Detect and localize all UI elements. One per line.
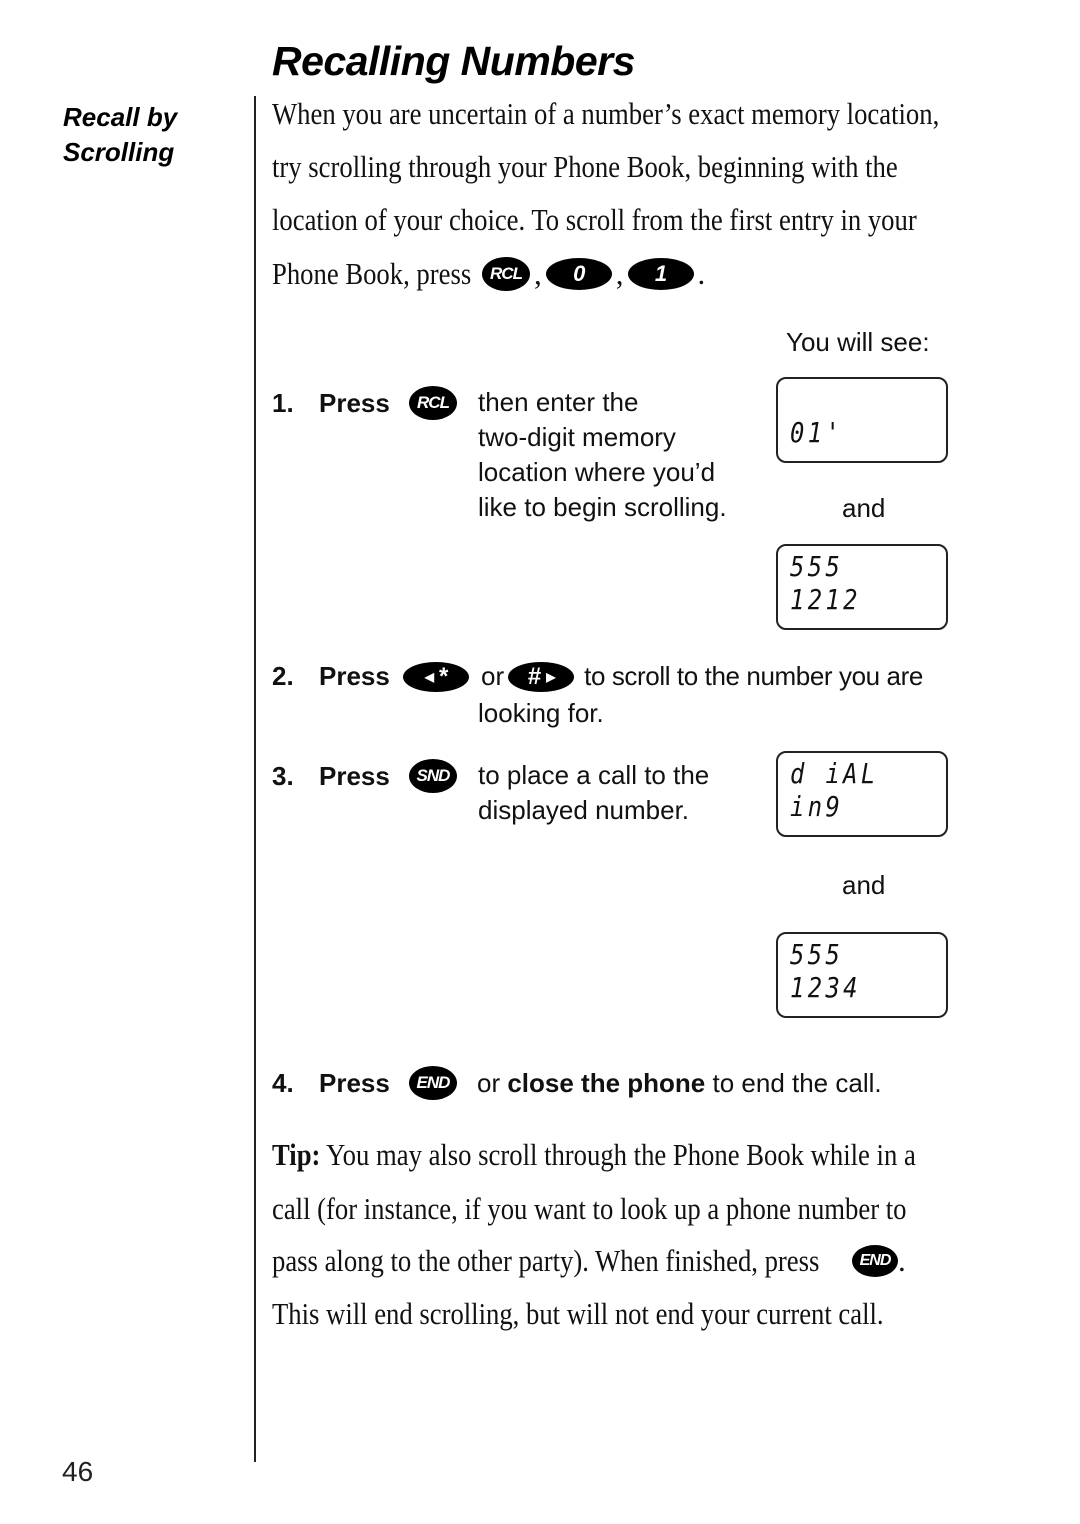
lcd-display: 01' [776, 377, 948, 463]
scroll-left-star-key-icon: ◀ * [403, 661, 469, 692]
end-key-icon: END [852, 1245, 898, 1277]
step-3-description: to place a call to the displayed number. [478, 758, 709, 828]
intro-line: location of your choice. To scroll from … [272, 202, 917, 237]
page-title: Recalling Numbers [272, 38, 635, 84]
step-desc-line: to place a call to the [478, 760, 710, 790]
pound-symbol: # [527, 662, 541, 690]
comma: , [615, 256, 624, 291]
lcd-text: 555 1234 [790, 938, 861, 1004]
tip-line: This will end scrolling, but will not en… [272, 1296, 884, 1331]
section-heading-line: Scrolling [63, 137, 175, 167]
step-desc-suffix: to end the call. [705, 1067, 882, 1098]
step-press-label: Press [319, 387, 390, 418]
tip-label: Tip: [272, 1137, 321, 1172]
snd-key-icon: SND [409, 759, 457, 793]
step-press-label: Press [319, 760, 390, 791]
step-1-description: then enter the two-digit memory location… [478, 385, 727, 525]
left-arrow-icon: ◀ [424, 669, 434, 684]
section-heading: Recall by Scrolling [63, 100, 177, 170]
lcd-text: d iAL in9 [790, 757, 879, 823]
lcd-display: 555 1212 [776, 544, 948, 630]
step-2: 2. Press ◀ * or # ▶ to scroll to the num… [272, 661, 923, 692]
comma: , [534, 256, 542, 291]
zero-key-icon: 0 [545, 258, 612, 290]
step-press-label: Press [319, 661, 390, 691]
step-number: 2. [272, 661, 294, 691]
step-desc-line: then enter the [478, 387, 639, 417]
tip-line: call (for instance, if you want to look … [272, 1191, 907, 1226]
intro-line: When you are uncertain of a number’s exa… [272, 96, 940, 131]
rcl-key-icon: RCL [482, 257, 530, 291]
lcd-display: d iAL in9 [776, 751, 948, 837]
step-3: 3. Press SND [272, 759, 457, 793]
step-number: 1. [272, 387, 294, 418]
intro-line: try scrolling through your Phone Book, b… [272, 149, 898, 184]
star-symbol: * [438, 662, 448, 690]
tip-text: pass along to the other party). When fin… [272, 1243, 820, 1278]
end-key-icon: END [409, 1066, 457, 1100]
intro-press-text: Phone Book, press [272, 256, 472, 291]
rcl-key-icon: RCL [409, 386, 457, 420]
step-number: 4. [272, 1067, 294, 1098]
step-number: 3. [272, 760, 294, 791]
step-desc-line: displayed number. [478, 795, 690, 825]
step-press-label: Press [319, 1067, 390, 1098]
step-desc-prefix: or [477, 1067, 508, 1098]
period: . [697, 256, 706, 291]
lcd-text: 01' [790, 416, 844, 449]
section-heading-line: Recall by [63, 102, 178, 132]
step-desc-line: looking for. [478, 698, 604, 728]
tip-text: You may also scroll through the Phone Bo… [320, 1137, 916, 1172]
scroll-right-pound-key-icon: # ▶ [508, 661, 575, 692]
vertical-divider [254, 96, 256, 1462]
page-number: 46 [62, 1456, 94, 1487]
tip-line: Tip: You may also scroll through the Pho… [272, 1137, 916, 1173]
step-desc-line: to scroll to the number you are [584, 661, 923, 691]
step-desc-line: like to begin scrolling. [478, 492, 727, 522]
step-4-description: or close the phone to end the call. [477, 1068, 882, 1099]
step-desc-line: two-digit memory [478, 422, 676, 452]
tip-line: pass along to the other party). When fin… [272, 1243, 906, 1279]
right-arrow-icon: ▶ [546, 669, 555, 684]
you-will-see-label: You will see: [786, 327, 930, 357]
and-label: and [842, 493, 886, 523]
lcd-display: 555 1234 [776, 932, 948, 1018]
period: . [898, 1243, 906, 1278]
and-label: and [842, 870, 886, 900]
lcd-text: 555 1212 [790, 550, 861, 616]
step-4: 4. Press END or close the phone to end t… [272, 1066, 882, 1100]
intro-last-line: Phone Book, press RCL , 0 , 1 . [272, 256, 705, 292]
step-1: 1. Press RCL [272, 386, 457, 420]
step-desc-line: location where you’d [478, 457, 716, 487]
or-label: or [481, 661, 505, 691]
one-key-icon: 1 [627, 258, 694, 290]
step-desc-bold: close the phone [507, 1067, 706, 1098]
